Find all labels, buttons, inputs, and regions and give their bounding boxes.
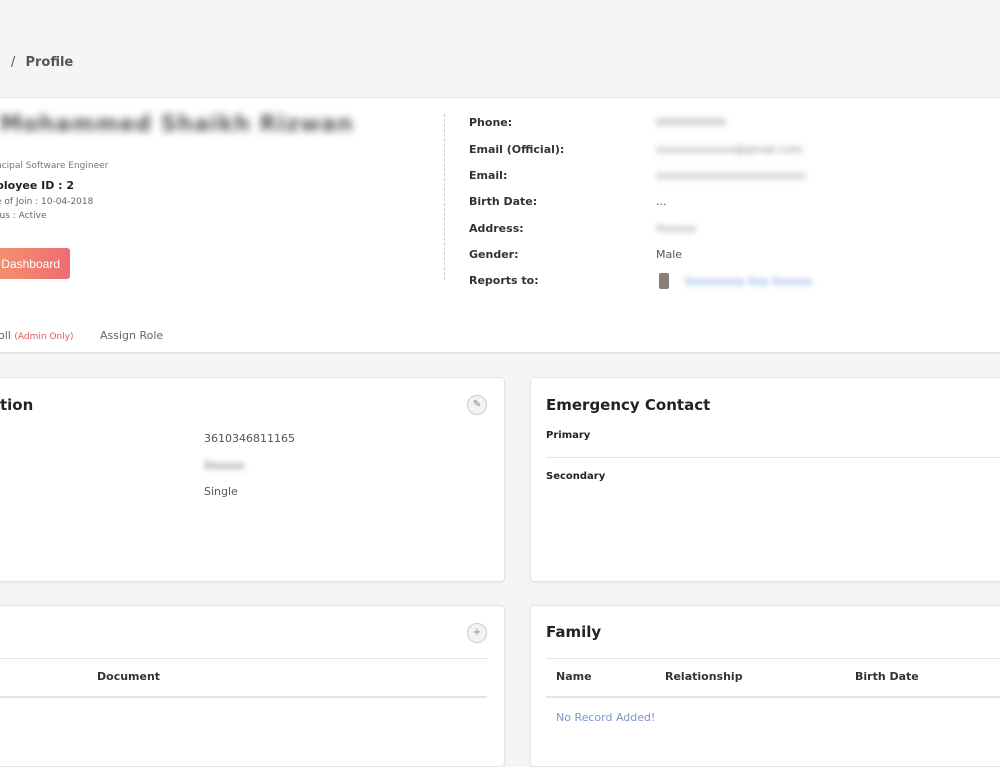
employee-designation: ncipal Software Engineer bbox=[0, 161, 109, 171]
breadcrumb-current: Profile bbox=[25, 55, 74, 70]
profile-divider bbox=[444, 114, 445, 280]
family-column-name: Name bbox=[556, 670, 592, 683]
address-value: Xxxxxx bbox=[656, 222, 697, 235]
birth-date-value: ... bbox=[656, 195, 667, 208]
phone-value: 0000000000 bbox=[656, 116, 726, 129]
primary-label: Primary bbox=[546, 430, 591, 441]
documents-header-top bbox=[0, 658, 487, 659]
address-label: Address: bbox=[469, 222, 524, 235]
family-column-birth-date: Birth Date bbox=[855, 670, 919, 683]
reports-to-label: Reports to: bbox=[469, 274, 539, 287]
date-of-join: e of Join : 10-04-2018 bbox=[0, 197, 94, 207]
documents-card bbox=[0, 605, 505, 767]
gender-value: Male bbox=[656, 248, 683, 261]
family-header-bottom bbox=[546, 696, 1000, 698]
tab-assign-role[interactable]: Assign Role bbox=[100, 329, 163, 342]
breadcrumb-parent[interactable]: s bbox=[0, 55, 1, 70]
family-column-relationship: Relationship bbox=[665, 670, 743, 683]
employee-status: tus : Active bbox=[0, 211, 47, 221]
emergency-contact-title: Emergency Contact bbox=[546, 396, 711, 414]
documents-header-bottom bbox=[0, 696, 487, 698]
personal-info-value: Single bbox=[204, 485, 238, 498]
documents-column-header: Document bbox=[97, 670, 161, 683]
email-value: xxxxxxxxxxxxxxxxxxxxxxx bbox=[656, 169, 806, 182]
personal-info-card bbox=[0, 377, 505, 582]
employee-name: Mohammed Shaikh Rizwan bbox=[0, 112, 354, 137]
phone-label: Phone: bbox=[469, 116, 513, 129]
personal-info-value: 3610346811165 bbox=[204, 432, 295, 445]
employee-id: ployee ID : 2 bbox=[0, 179, 75, 192]
dashboard-button[interactable]: Dashboard bbox=[0, 248, 70, 279]
personal-info-value: Xxxxxx bbox=[204, 459, 245, 472]
breadcrumb: s / Profile bbox=[0, 55, 79, 70]
plus-icon[interactable]: + bbox=[467, 623, 487, 643]
family-title: Family bbox=[546, 623, 602, 641]
pencil-icon[interactable]: ✎ bbox=[467, 395, 487, 415]
email-label: Email: bbox=[469, 169, 508, 182]
secondary-label: Secondary bbox=[546, 471, 606, 482]
personal-info-title: tion bbox=[0, 396, 34, 414]
breadcrumb-separator: / bbox=[10, 55, 16, 70]
manager-avatar[interactable] bbox=[659, 273, 669, 289]
tab-payroll-label: oll bbox=[0, 329, 11, 342]
email-official-value: xxxxxxxxxxxx@gmail.com bbox=[656, 143, 803, 156]
tab-payroll[interactable]: oll (Admin Only) bbox=[0, 329, 74, 342]
admin-only-badge: (Admin Only) bbox=[14, 332, 74, 342]
family-empty-state: No Record Added! bbox=[556, 711, 656, 724]
gender-label: Gender: bbox=[469, 248, 519, 261]
email-official-label: Email (Official): bbox=[469, 143, 565, 156]
emergency-divider bbox=[546, 457, 1000, 458]
reports-to-link[interactable]: Xxxxxxxxx Xxx Xxxxxx bbox=[685, 275, 812, 288]
family-header-top bbox=[546, 658, 1000, 659]
birth-date-label: Birth Date: bbox=[469, 195, 538, 208]
